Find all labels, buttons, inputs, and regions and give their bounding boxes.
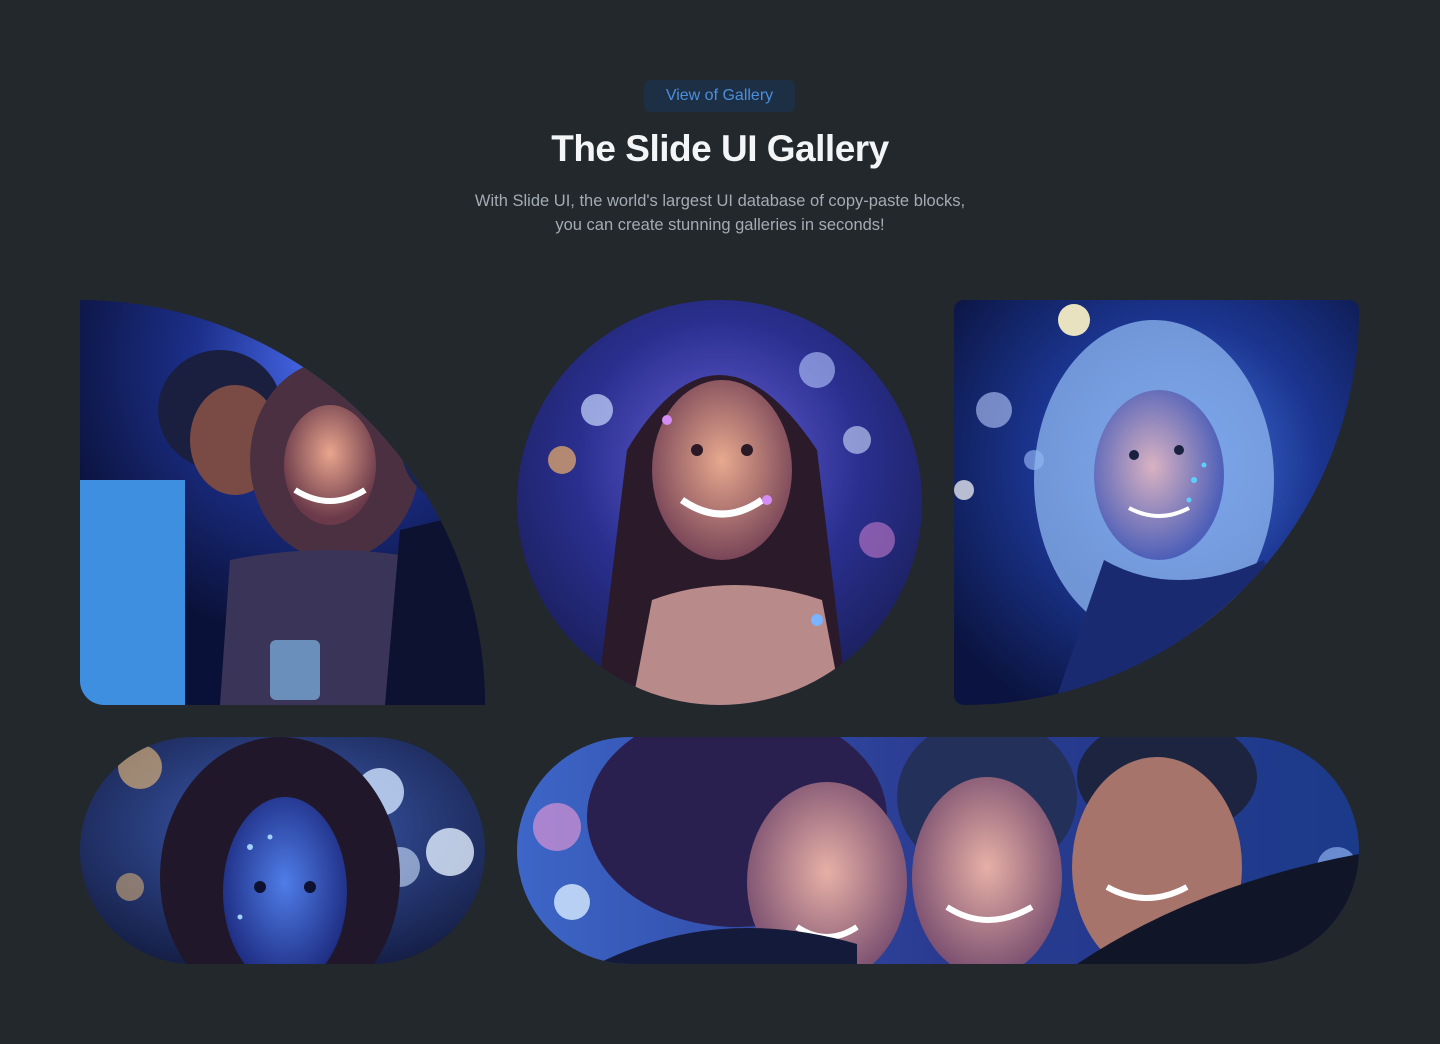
photo-three-friends-icon bbox=[517, 737, 1359, 964]
gallery-image-glowing-woman[interactable] bbox=[954, 300, 1359, 705]
photo-glowing-woman-icon bbox=[954, 300, 1359, 705]
gallery-image-painted-woman[interactable] bbox=[80, 737, 485, 964]
photo-friends-group-icon bbox=[80, 300, 485, 705]
gallery-page: View of Gallery The Slide UI Gallery Wit… bbox=[0, 0, 1440, 1044]
gallery-image-three-friends[interactable] bbox=[517, 737, 1359, 964]
page-subtitle: With Slide UI, the world's largest UI da… bbox=[420, 189, 1020, 237]
page-title: The Slide UI Gallery bbox=[551, 128, 889, 169]
photo-smiling-woman-icon bbox=[517, 300, 922, 705]
photo-painted-woman-icon bbox=[80, 737, 485, 964]
subtitle-line-1: With Slide UI, the world's largest UI da… bbox=[474, 192, 966, 210]
view-gallery-badge[interactable]: View of Gallery bbox=[644, 80, 795, 112]
gallery-image-friends-group[interactable] bbox=[80, 300, 485, 705]
gallery-image-smiling-woman[interactable] bbox=[517, 300, 922, 705]
subtitle-line-2: you can create stunning galleries in sec… bbox=[555, 216, 885, 234]
